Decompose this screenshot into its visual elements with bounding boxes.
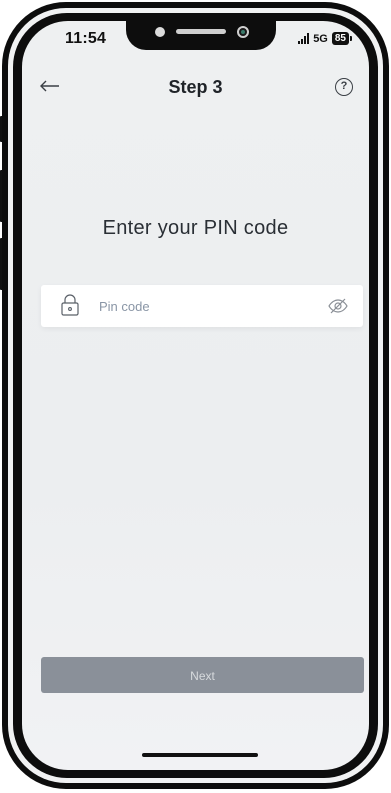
status-time: 11:54	[65, 30, 107, 47]
pin-input[interactable]	[97, 285, 297, 327]
speaker-grill	[176, 29, 226, 34]
phone-mockup: 11:54 5G 85 Step 3 ? Enter your PIN code…	[0, 0, 391, 793]
battery-level: 85	[331, 32, 349, 45]
lock-icon	[61, 294, 79, 316]
help-button[interactable]: ?	[335, 78, 353, 96]
eye-off-icon[interactable]	[327, 297, 349, 315]
status-indicators: 5G 85	[298, 32, 352, 45]
screen: 11:54 5G 85 Step 3 ? Enter your PIN code…	[22, 21, 369, 770]
pin-prompt: Enter your PIN code	[102, 217, 289, 239]
page-title: Step 3	[168, 77, 223, 97]
signal-icon	[298, 33, 310, 44]
sensor-icon	[237, 26, 249, 38]
next-button[interactable]: Next	[41, 657, 364, 693]
notch	[126, 21, 276, 50]
pin-field[interactable]	[41, 285, 363, 327]
network-type: 5G	[313, 32, 328, 45]
front-camera-icon	[155, 27, 165, 37]
help-icon: ?	[340, 80, 348, 92]
battery-icon: 85	[331, 32, 352, 45]
home-indicator[interactable]	[142, 753, 258, 757]
